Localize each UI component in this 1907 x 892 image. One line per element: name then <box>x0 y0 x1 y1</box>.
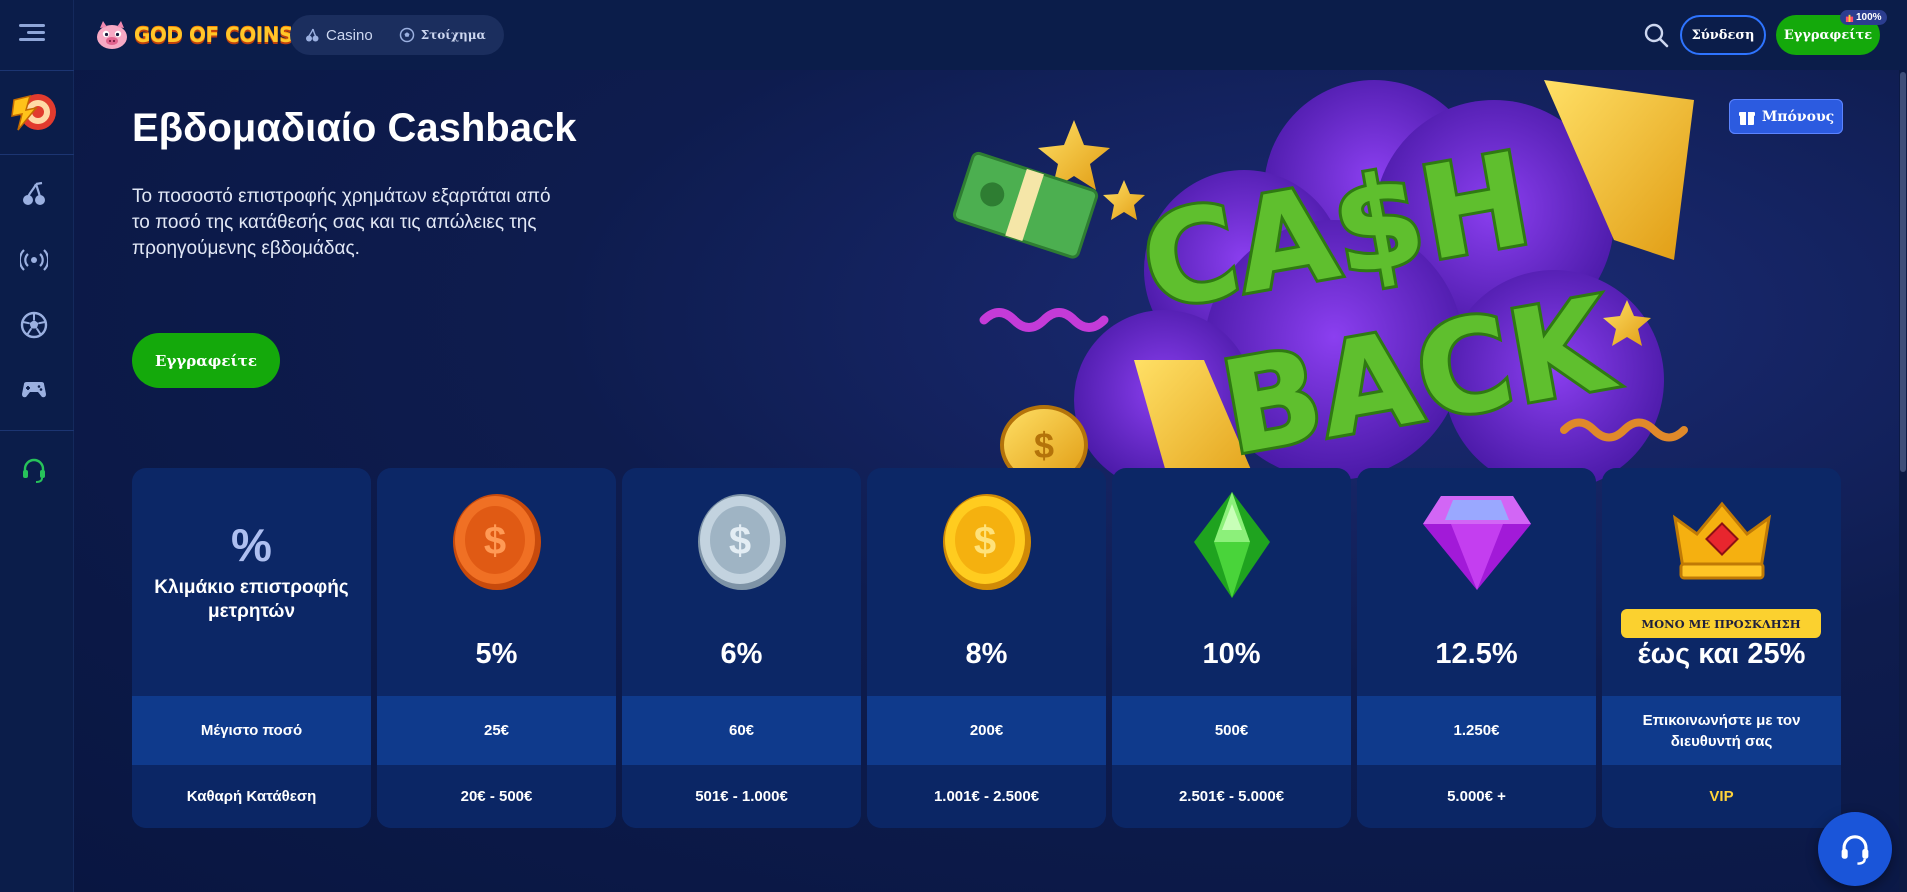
topbar: GOD OF COINS Casino Στοίχημα Σύνδεση Εγγ… <box>74 0 1907 70</box>
percent-symbol: % <box>231 519 272 571</box>
live-support-button[interactable] <box>1818 812 1892 886</box>
gift-icon <box>1845 14 1854 22</box>
main-content: $ CA$H BACK Μπόνους Εβδομαδιαίο Cashback… <box>74 70 1907 892</box>
tier-card-silver: $ 6% 60€ 501€ - 1.000€ <box>622 468 861 828</box>
gift-icon <box>1738 111 1755 125</box>
bonus-button[interactable]: Μπόνους <box>1729 99 1843 134</box>
tier-max-amount: 1.250€ <box>1357 696 1596 765</box>
svg-text:$: $ <box>483 519 505 563</box>
soccer-ball-icon <box>20 311 48 339</box>
cashback-tiers-table: % Κλιμάκιο επιστροφής μετρητών Μέγιστο π… <box>132 468 1841 828</box>
sidebar-item-live[interactable] <box>18 246 50 274</box>
logo-text: GOD OF COINS <box>134 23 293 47</box>
tier-max-amount: 500€ <box>1112 696 1351 765</box>
tier-card-gold: $ 8% 200€ 1.001€ - 2.500€ <box>867 468 1106 828</box>
tier-card-amethyst: 12.5% 1.250€ 5.000€ + <box>1357 468 1596 828</box>
silver-coin-icon: $ <box>697 494 786 590</box>
bronze-coin-icon: $ <box>452 494 541 590</box>
tier-deposit-range: 1.001€ - 2.500€ <box>867 765 1106 828</box>
logo[interactable]: GOD OF COINS <box>94 16 293 54</box>
gold-coin-icon: $ <box>942 494 1031 590</box>
page-title: Εβδομαδιαίο Cashback <box>132 106 577 150</box>
tier-percent: 5% <box>475 638 518 670</box>
pig-logo-icon <box>97 21 127 49</box>
tier-header-label: Κλιμάκιο επιστροφής μετρητών <box>154 577 349 622</box>
tier-card-emerald: 10% 500€ 2.501€ - 5.000€ <box>1112 468 1351 828</box>
cherries-icon <box>23 181 45 205</box>
tier-max-amount: 25€ <box>377 696 616 765</box>
sidebar-divider <box>0 154 74 155</box>
cashback-hero-illustration: $ CA$H BACK <box>952 80 1694 500</box>
tier-max-amount: 60€ <box>622 696 861 765</box>
gamepad-icon <box>22 382 46 398</box>
tier-percent: 12.5% <box>1435 638 1518 670</box>
hero-description: Το ποσοστό επιστροφής χρημάτων εξαρτάται… <box>132 186 551 259</box>
sidebar-divider <box>0 430 74 431</box>
invite-only-badge: ΜΟΝΟ ΜΕ ΠΡΟΣΚΛΗΣΗ <box>1621 609 1821 638</box>
tier-deposit-range: 5.000€ + <box>1357 765 1596 828</box>
page-scrollbar[interactable] <box>1899 70 1907 892</box>
tier-card-vip: ΜΟΝΟ ΜΕ ΠΡΟΣΚΛΗΣΗ έως και 25% Επικοινωνή… <box>1602 468 1841 828</box>
sidebar-item-casino[interactable] <box>20 180 48 208</box>
tier-deposit-range: 20€ - 500€ <box>377 765 616 828</box>
vip-label: VIP <box>1602 765 1841 828</box>
register-badge-text: 100% <box>1856 12 1882 23</box>
amethyst-gem-icon <box>1422 496 1531 590</box>
net-deposit-label: Καθαρή Κατάθεση <box>132 765 371 828</box>
tier-card-bronze: $ 5% 25€ 20€ - 500€ <box>377 468 616 828</box>
sidebar-item-sports[interactable] <box>20 311 48 339</box>
soccer-ball-icon <box>399 27 414 43</box>
tab-casino[interactable]: Casino <box>304 27 373 44</box>
register-bonus-badge: 100% <box>1840 10 1887 25</box>
emerald-gem-icon <box>1193 492 1270 598</box>
tab-label: Στοίχημα <box>420 28 486 42</box>
tier-deposit-range: 501€ - 1.000€ <box>622 765 861 828</box>
headset-icon <box>1841 835 1869 865</box>
nav-pill: Casino Στοίχημα <box>290 15 504 55</box>
crown-icon <box>1672 501 1771 580</box>
headset-icon <box>23 458 45 483</box>
cherries-icon <box>306 28 319 42</box>
search-icon[interactable] <box>1642 21 1670 49</box>
sidebar-item-games[interactable] <box>20 375 48 403</box>
promo-target-icon[interactable] <box>8 86 60 138</box>
svg-text:$: $ <box>728 519 750 563</box>
sidebar-divider <box>0 70 74 71</box>
sidebar-item-support[interactable] <box>20 456 48 484</box>
tier-percent: 8% <box>965 638 1008 670</box>
sidebar <box>0 0 74 892</box>
tab-sports[interactable]: Στοίχημα <box>399 27 486 43</box>
hero-register-button[interactable]: Εγγραφείτε <box>132 333 280 388</box>
tier-max-amount: 200€ <box>867 696 1106 765</box>
svg-text:$: $ <box>973 519 995 563</box>
tier-percent: έως και 25% <box>1637 638 1806 670</box>
menu-icon[interactable] <box>19 24 45 42</box>
tab-label: Casino <box>326 26 373 44</box>
max-amount-label: Μέγιστο ποσό <box>132 696 371 765</box>
tier-percent: 6% <box>720 638 763 670</box>
tier-deposit-range: 2.501€ - 5.000€ <box>1112 765 1351 828</box>
tier-percent: 10% <box>1202 638 1261 670</box>
broadcast-icon <box>18 249 50 271</box>
svg-text:$: $ <box>1034 425 1054 466</box>
vip-contact-text: Επικοινωνήστε με τον διευθυντή σας <box>1602 696 1841 765</box>
tier-header-card: % Κλιμάκιο επιστροφής μετρητών Μέγιστο π… <box>132 468 371 828</box>
bonus-button-label: Μπόνους <box>1761 108 1835 125</box>
login-button[interactable]: Σύνδεση <box>1680 15 1766 55</box>
